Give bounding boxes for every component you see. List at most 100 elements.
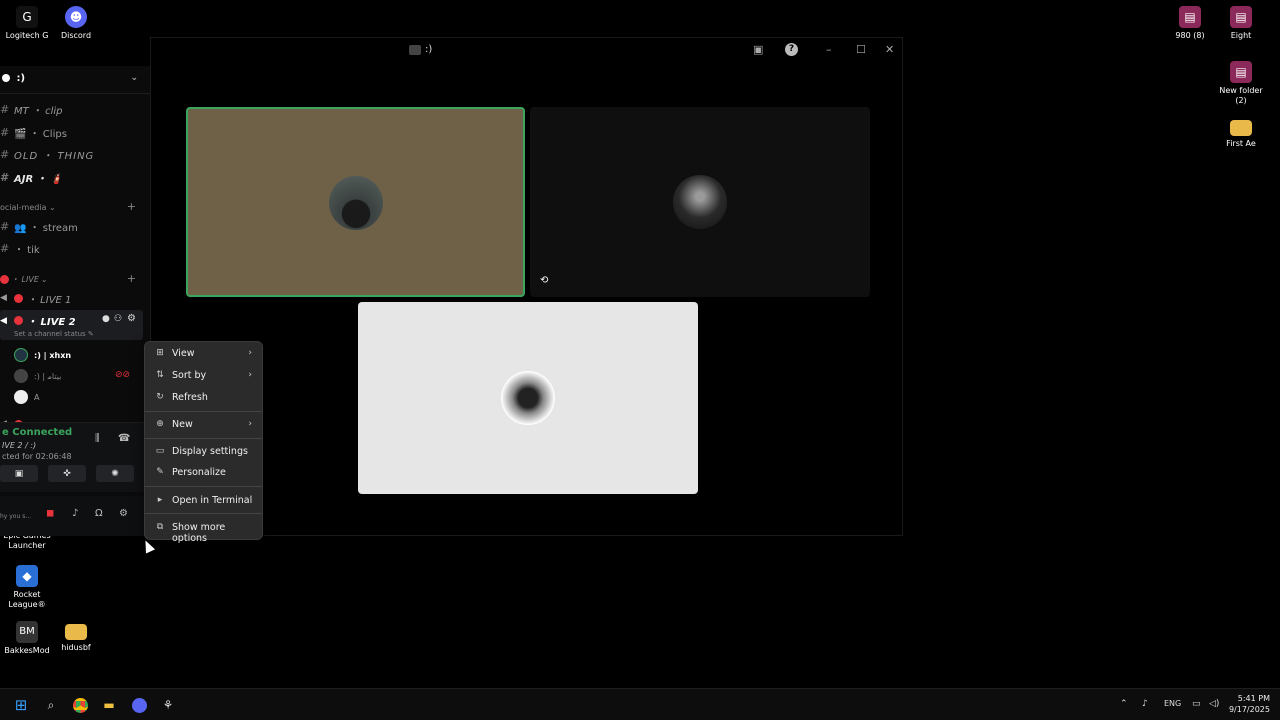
user-panel: hy you s... ◼ ♪ Ω ⚙: [0, 496, 150, 536]
noise-suppression-icon[interactable]: ⫼: [95, 433, 100, 444]
microphone-icon[interactable]: ♪: [72, 508, 78, 519]
channel-item[interactable]: # ・ tik: [0, 239, 40, 257]
desktop-icon-label: New folder (2): [1219, 86, 1263, 105]
refresh-icon: ↻: [156, 392, 164, 402]
add-channel-icon[interactable]: +: [127, 272, 136, 285]
new-icon: ⊕: [156, 419, 164, 429]
menu-item-view[interactable]: ⊞ View ›: [145, 343, 262, 365]
hash-icon: #: [0, 219, 10, 233]
category-social-media[interactable]: ocial-media ⌄: [0, 203, 56, 212]
controller-icon: ✜: [63, 468, 71, 479]
soundboard-button[interactable]: ✺: [96, 465, 134, 482]
live-dot-icon: [14, 293, 23, 303]
add-channel-icon[interactable]: +: [127, 200, 136, 213]
hash-icon: #: [0, 170, 8, 184]
invite-icon[interactable]: ⚇: [114, 314, 122, 324]
title-bar: :) ▣ ? – ☐ ✕: [151, 38, 902, 64]
muted-icon: ⊘⊘: [115, 370, 131, 380]
menu-divider: [145, 486, 262, 487]
activity-icon[interactable]: ⟲: [540, 275, 548, 286]
chat-icon[interactable]: ●: [102, 314, 110, 324]
language-indicator[interactable]: ENG: [1164, 699, 1181, 708]
menu-item-new[interactable]: ⊕ New ›: [145, 414, 262, 436]
discord-icon: ☻: [65, 6, 87, 28]
menu-item-refresh[interactable]: ↻ Refresh: [145, 387, 262, 409]
gear-icon[interactable]: ⚙: [119, 508, 128, 519]
rar-icon: ▤: [1230, 6, 1252, 28]
network-icon[interactable]: ▭: [1192, 699, 1201, 709]
inbox-icon[interactable]: ▣: [753, 43, 763, 56]
menu-item-show-more-options[interactable]: ⧉ Show more options: [145, 517, 262, 544]
desktop-icon-logitech[interactable]: G Logitech G: [0, 6, 54, 41]
server-header[interactable]: :) ⌄: [0, 66, 150, 94]
desktop-icon-first-ae[interactable]: First Ae: [1214, 117, 1268, 149]
voice-member[interactable]: :) | ﺑﻴﺘﺎﻣ: [14, 369, 61, 383]
chrome-icon[interactable]: [71, 696, 89, 714]
video-tile[interactable]: [530, 107, 870, 297]
taskbar: ⊞ ⌕ ▬ ⚘ ⌃ ♪ ENG ▭ ◁) 5:41 PM 9/17/2025: [0, 688, 1280, 720]
search-icon[interactable]: ⌕: [42, 696, 60, 714]
rocket-league-icon: ◆: [16, 565, 38, 587]
bakkesmod-icon: BM: [16, 621, 38, 643]
close-button[interactable]: ✕: [885, 43, 894, 56]
voice-member[interactable]: :) | xhxn: [14, 348, 71, 362]
channel-sidebar: :) ⌄ # MT ・ clip # 🎬 ・ Clips # OLD ・ THING …: [0, 66, 150, 536]
user-status-text: hy you s...: [0, 513, 32, 520]
channel-item[interactable]: # 🎬 ・ Clips: [0, 123, 67, 141]
file-explorer-icon[interactable]: ▬: [100, 696, 118, 714]
channel-item[interactable]: # MT ・ clip: [0, 100, 63, 118]
disconnect-icon[interactable]: ☎: [118, 433, 130, 444]
channel-status[interactable]: Set a channel status ✎: [14, 330, 94, 338]
menu-item-open-terminal[interactable]: ▸ Open in Terminal: [145, 490, 262, 512]
screen-share-button[interactable]: ▣: [0, 465, 38, 482]
voice-channel-live2[interactable]: ◀ ・ LIVE 2 ● ⚇ ⚙ Set a channel status ✎: [0, 310, 143, 340]
desktop-icon-bakkesmod[interactable]: BM BakkesMod: [0, 621, 54, 656]
folder-icon: [65, 624, 87, 640]
discord-icon[interactable]: [130, 696, 148, 714]
rar-icon: ▤: [1179, 6, 1201, 28]
folder-icon: [1230, 120, 1252, 136]
voice-channel-name[interactable]: IVE 2 / :): [2, 441, 36, 450]
server-icon: [2, 74, 10, 82]
desktop-icon-rocket-league[interactable]: ◆ Rocket League®: [0, 565, 54, 610]
category-live[interactable]: ・ LIVE ⌄: [0, 274, 48, 285]
menu-item-personalize[interactable]: ✎ Personalize: [145, 462, 262, 484]
desktop-icon-label: BakkesMod: [4, 646, 50, 655]
desktop-icon-discord[interactable]: ☻ Discord: [49, 6, 103, 41]
windows-start-icon[interactable]: ⊞: [12, 696, 30, 714]
help-icon[interactable]: ?: [785, 43, 798, 56]
app-icon[interactable]: ⚘: [159, 696, 177, 714]
call-title: :): [409, 44, 432, 55]
camera-off-icon[interactable]: ◼: [46, 508, 54, 519]
participant-avatar: [329, 176, 383, 230]
desktop-icon-980[interactable]: ▤ 980 (8): [1163, 6, 1217, 41]
video-tile-speaking[interactable]: [186, 107, 525, 297]
channel-item[interactable]: # 👥 ・ stream: [0, 217, 78, 235]
chevron-up-icon[interactable]: ⌃: [1120, 699, 1128, 709]
activity-button[interactable]: ✜: [48, 465, 86, 482]
headphones-icon[interactable]: Ω: [95, 508, 103, 519]
desktop-icon-hidusbf[interactable]: hidusbf: [49, 621, 103, 653]
maximize-button[interactable]: ☐: [856, 43, 866, 56]
avatar: [14, 390, 28, 404]
screen-share-icon: ▣: [14, 468, 24, 479]
channel-item[interactable]: # OLD ・ THING: [0, 145, 94, 163]
desktop-icon-eight[interactable]: ▤ Eight: [1214, 6, 1268, 41]
chevron-right-icon: ›: [248, 419, 252, 429]
menu-item-sort-by[interactable]: ⇅ Sort by ›: [145, 365, 262, 387]
minimize-button[interactable]: –: [826, 43, 832, 56]
microphone-icon[interactable]: ♪: [1142, 699, 1148, 709]
menu-item-display-settings[interactable]: ▭ Display settings: [145, 441, 262, 463]
voice-timer: cted for 02:06:48: [2, 452, 72, 461]
voice-channel-live1[interactable]: ◀ ・ LIVE 1: [0, 289, 71, 307]
volume-icon[interactable]: ◁): [1209, 699, 1219, 709]
rar-icon: ▤: [1230, 61, 1252, 83]
video-tile[interactable]: [358, 302, 698, 494]
gear-icon[interactable]: ⚙: [127, 313, 136, 324]
chevron-right-icon: ›: [248, 370, 252, 380]
voice-member[interactable]: A: [14, 390, 39, 404]
voice-connection-panel: e Connected IVE 2 / :) cted for 02:06:48…: [0, 422, 150, 492]
system-clock[interactable]: 5:41 PM 9/17/2025: [1229, 693, 1270, 715]
desktop-icon-new-folder[interactable]: ▤ New folder (2): [1214, 61, 1268, 106]
channel-item[interactable]: # AJR ・ 🧯: [0, 168, 63, 186]
